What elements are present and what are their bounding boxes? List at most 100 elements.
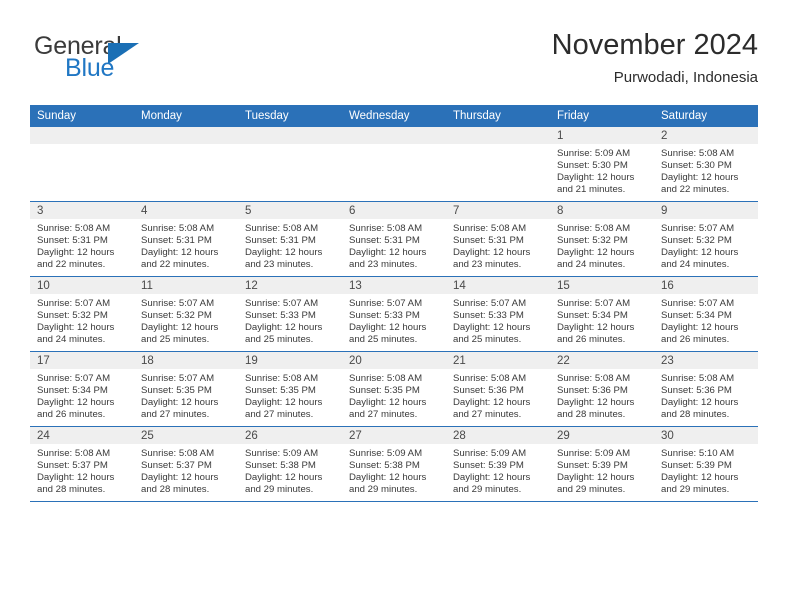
calendar-week-row: 17 Sunrise: 5:07 AM Sunset: 5:34 PM Dayligh…: [30, 351, 758, 427]
day-details: Sunrise: 5:07 AM Sunset: 5:34 PM Daylight:…: [654, 294, 758, 346]
daylight-text: Daylight: 12 hours and 24 minutes.: [37, 322, 115, 346]
day-details: Sunrise: 5:08 AM Sunset: 5:35 PM Daylight:…: [342, 369, 446, 421]
calendar-day-cell[interactable]: 26 Sunrise: 5:09 AM Sunset: 5:38 PM Dayligh…: [238, 426, 342, 502]
sunrise-text: Sunrise: 5:08 AM: [349, 223, 423, 234]
calendar-day-cell[interactable]: 10 Sunrise: 5:07 AM Sunset: 5:32 PM Dayligh…: [30, 276, 134, 352]
calendar-day-cell[interactable]: 11 Sunrise: 5:07 AM Sunset: 5:32 PM Dayligh…: [134, 276, 238, 352]
sunset-text: Sunset: 5:38 PM: [245, 460, 316, 472]
sunrise-text: Sunrise: 5:10 AM: [661, 448, 735, 459]
sunset-text: Sunset: 5:34 PM: [37, 385, 108, 397]
sunrise-text: Sunrise: 5:08 AM: [141, 223, 215, 234]
daylight-text: Daylight: 12 hours and 27 minutes.: [453, 397, 531, 421]
day-details: Sunrise: 5:08 AM Sunset: 5:31 PM Daylight:…: [30, 219, 134, 271]
day-number: 9: [654, 202, 758, 219]
day-number: 1: [550, 127, 654, 144]
day-number: 30: [654, 427, 758, 444]
sunset-text: Sunset: 5:31 PM: [141, 235, 212, 247]
day-details: Sunrise: 5:09 AM Sunset: 5:39 PM Daylight:…: [446, 444, 550, 496]
day-details: Sunrise: 5:08 AM Sunset: 5:31 PM Daylight:…: [134, 219, 238, 271]
calendar-day-cell[interactable]: 6 Sunrise: 5:08 AM Sunset: 5:31 PM Daylight…: [342, 201, 446, 277]
sunset-text: Sunset: 5:39 PM: [453, 460, 524, 472]
daylight-text: Daylight: 12 hours and 26 minutes.: [37, 397, 115, 421]
calendar-day-cell[interactable]: 5 Sunrise: 5:08 AM Sunset: 5:31 PM Daylight…: [238, 201, 342, 277]
calendar-day-cell[interactable]: 27 Sunrise: 5:09 AM Sunset: 5:38 PM Dayligh…: [342, 426, 446, 502]
day-number: 3: [30, 202, 134, 219]
calendar-day-cell[interactable]: 18 Sunrise: 5:07 AM Sunset: 5:35 PM Dayligh…: [134, 351, 238, 427]
calendar-day-cell[interactable]: 21 Sunrise: 5:08 AM Sunset: 5:36 PM Dayligh…: [446, 351, 550, 427]
calendar-day-cell[interactable]: 3 Sunrise: 5:08 AM Sunset: 5:31 PM Daylight…: [30, 201, 134, 277]
calendar-day-cell[interactable]: 7 Sunrise: 5:08 AM Sunset: 5:31 PM Daylight…: [446, 201, 550, 277]
calendar-day-cell[interactable]: 19 Sunrise: 5:08 AM Sunset: 5:35 PM Dayligh…: [238, 351, 342, 427]
calendar-day-cell[interactable]: 20 Sunrise: 5:08 AM Sunset: 5:35 PM Dayligh…: [342, 351, 446, 427]
sunset-text: Sunset: 5:37 PM: [37, 460, 108, 472]
calendar-day-cell[interactable]: 9 Sunrise: 5:07 AM Sunset: 5:32 PM Daylight…: [654, 201, 758, 277]
day-number: 7: [446, 202, 550, 219]
day-details: Sunrise: 5:08 AM Sunset: 5:37 PM Daylight:…: [30, 444, 134, 496]
daylight-text: Daylight: 12 hours and 27 minutes.: [349, 397, 427, 421]
calendar-day-cell[interactable]: 24 Sunrise: 5:08 AM Sunset: 5:37 PM Dayligh…: [30, 426, 134, 502]
calendar-day-cell[interactable]: 23 Sunrise: 5:08 AM Sunset: 5:36 PM Dayligh…: [654, 351, 758, 427]
calendar-day-cell[interactable]: 1 Sunrise: 5:09 AM Sunset: 5:30 PM Daylight…: [550, 127, 654, 202]
sunrise-text: Sunrise: 5:07 AM: [37, 373, 111, 384]
sunset-text: Sunset: 5:30 PM: [557, 160, 628, 172]
day-details: Sunrise: 5:10 AM Sunset: 5:39 PM Daylight:…: [654, 444, 758, 496]
day-details: Sunrise: 5:08 AM Sunset: 5:36 PM Daylight:…: [654, 369, 758, 421]
day-number: 24: [30, 427, 134, 444]
daylight-text: Daylight: 12 hours and 28 minutes.: [141, 472, 219, 496]
day-number: 14: [446, 277, 550, 294]
calendar-day-cell[interactable]: 13 Sunrise: 5:07 AM Sunset: 5:33 PM Dayligh…: [342, 276, 446, 352]
weekday-header-tuesday: Tuesday: [238, 105, 342, 127]
sunrise-text: Sunrise: 5:08 AM: [661, 373, 735, 384]
day-number: [134, 127, 238, 144]
day-number: 19: [238, 352, 342, 369]
sunrise-text: Sunrise: 5:07 AM: [141, 298, 215, 309]
day-number: [446, 127, 550, 144]
day-number: 27: [342, 427, 446, 444]
calendar-day-cell[interactable]: 28 Sunrise: 5:09 AM Sunset: 5:39 PM Dayligh…: [446, 426, 550, 502]
sunset-text: Sunset: 5:39 PM: [557, 460, 628, 472]
day-number: 23: [654, 352, 758, 369]
calendar-day-cell[interactable]: 30 Sunrise: 5:10 AM Sunset: 5:39 PM Dayligh…: [654, 426, 758, 502]
daylight-text: Daylight: 12 hours and 22 minutes.: [141, 247, 219, 271]
sunrise-text: Sunrise: 5:09 AM: [557, 448, 631, 459]
day-details: Sunrise: 5:08 AM Sunset: 5:31 PM Daylight:…: [342, 219, 446, 271]
sunrise-text: Sunrise: 5:07 AM: [37, 298, 111, 309]
sunrise-text: Sunrise: 5:07 AM: [453, 298, 527, 309]
calendar-day-cell[interactable]: 14 Sunrise: 5:07 AM Sunset: 5:33 PM Dayligh…: [446, 276, 550, 352]
calendar-day-cell[interactable]: 2 Sunrise: 5:08 AM Sunset: 5:30 PM Daylight…: [654, 127, 758, 202]
daylight-text: Daylight: 12 hours and 29 minutes.: [557, 472, 635, 496]
day-number: 18: [134, 352, 238, 369]
day-details: Sunrise: 5:08 AM Sunset: 5:31 PM Daylight:…: [238, 219, 342, 271]
calendar-day-cell[interactable]: 17 Sunrise: 5:07 AM Sunset: 5:34 PM Dayligh…: [30, 351, 134, 427]
daylight-text: Daylight: 12 hours and 23 minutes.: [349, 247, 427, 271]
calendar-day-cell[interactable]: 29 Sunrise: 5:09 AM Sunset: 5:39 PM Dayligh…: [550, 426, 654, 502]
sunrise-text: Sunrise: 5:08 AM: [37, 448, 111, 459]
day-details: Sunrise: 5:08 AM Sunset: 5:35 PM Daylight:…: [238, 369, 342, 421]
sunrise-text: Sunrise: 5:07 AM: [661, 298, 735, 309]
calendar-day-cell[interactable]: 25 Sunrise: 5:08 AM Sunset: 5:37 PM Dayligh…: [134, 426, 238, 502]
day-details: Sunrise: 5:07 AM Sunset: 5:32 PM Daylight:…: [654, 219, 758, 271]
day-number: 12: [238, 277, 342, 294]
day-number: [238, 127, 342, 144]
calendar-day-cell[interactable]: 4 Sunrise: 5:08 AM Sunset: 5:31 PM Daylight…: [134, 201, 238, 277]
daylight-text: Daylight: 12 hours and 25 minutes.: [349, 322, 427, 346]
calendar-day-cell[interactable]: 8 Sunrise: 5:08 AM Sunset: 5:32 PM Daylight…: [550, 201, 654, 277]
weekday-header-wednesday: Wednesday: [342, 105, 446, 127]
sunset-text: Sunset: 5:33 PM: [245, 310, 316, 322]
calendar-day-cell[interactable]: 15 Sunrise: 5:07 AM Sunset: 5:34 PM Dayligh…: [550, 276, 654, 352]
daylight-text: Daylight: 12 hours and 28 minutes.: [557, 397, 635, 421]
calendar-day-cell[interactable]: 22 Sunrise: 5:08 AM Sunset: 5:36 PM Dayligh…: [550, 351, 654, 427]
sunrise-text: Sunrise: 5:07 AM: [245, 298, 319, 309]
calendar-day-cell[interactable]: 12 Sunrise: 5:07 AM Sunset: 5:33 PM Dayligh…: [238, 276, 342, 352]
general-blue-logo: General Blue: [34, 32, 264, 92]
day-number: 6: [342, 202, 446, 219]
sunset-text: Sunset: 5:31 PM: [349, 235, 420, 247]
weekday-header-monday: Monday: [134, 105, 238, 127]
calendar-week-row: 3 Sunrise: 5:08 AM Sunset: 5:31 PM Daylight…: [30, 201, 758, 277]
weekday-header-sunday: Sunday: [30, 105, 134, 127]
title-block: November 2024 Purwodadi, Indonesia: [298, 28, 758, 89]
logo-text-blue: Blue: [65, 54, 115, 82]
page-header: General Blue November 2024 Purwodadi, In…: [34, 28, 758, 100]
calendar-day-cell[interactable]: 16 Sunrise: 5:07 AM Sunset: 5:34 PM Dayligh…: [654, 276, 758, 352]
day-details: Sunrise: 5:08 AM Sunset: 5:30 PM Daylight:…: [654, 144, 758, 196]
